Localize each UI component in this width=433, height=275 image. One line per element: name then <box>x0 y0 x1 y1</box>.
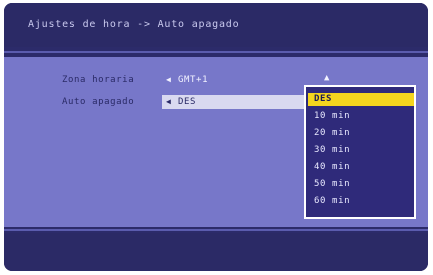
timezone-left-arrow-icon[interactable]: ◀ <box>166 75 171 84</box>
dropdown-option-60min[interactable]: 60 min <box>314 195 410 208</box>
auto-off-dropdown[interactable]: DES 10 min 20 min 30 min 40 min 50 min 6… <box>304 85 416 219</box>
divider-top <box>4 51 428 53</box>
timezone-label: Zona horaria <box>62 75 135 85</box>
auto-off-left-arrow-icon[interactable]: ◀ <box>166 97 171 106</box>
dropdown-option-des[interactable]: DES <box>308 93 414 106</box>
dropdown-option-10min[interactable]: 10 min <box>314 110 410 123</box>
menu-title-bar: Ajustes de hora -> Auto apagado <box>4 3 428 47</box>
dropdown-option-20min[interactable]: 20 min <box>314 127 410 140</box>
auto-off-value[interactable]: DES <box>178 97 196 107</box>
dropdown-option-30min[interactable]: 30 min <box>314 144 410 157</box>
dropdown-option-50min[interactable]: 50 min <box>314 178 410 191</box>
auto-off-label: Auto apagado <box>62 97 135 107</box>
dropdown-up-arrow-icon: ▲ <box>324 73 330 83</box>
tv-menu-screen: Ajustes de hora -> Auto apagado Zona hor… <box>4 3 428 271</box>
menu-title: Ajustes de hora -> Auto apagado <box>28 19 240 30</box>
timezone-value[interactable]: GMT+1 <box>178 75 208 85</box>
dropdown-option-40min[interactable]: 40 min <box>314 161 410 174</box>
menu-footer <box>4 233 428 271</box>
divider-bottom <box>4 229 428 231</box>
